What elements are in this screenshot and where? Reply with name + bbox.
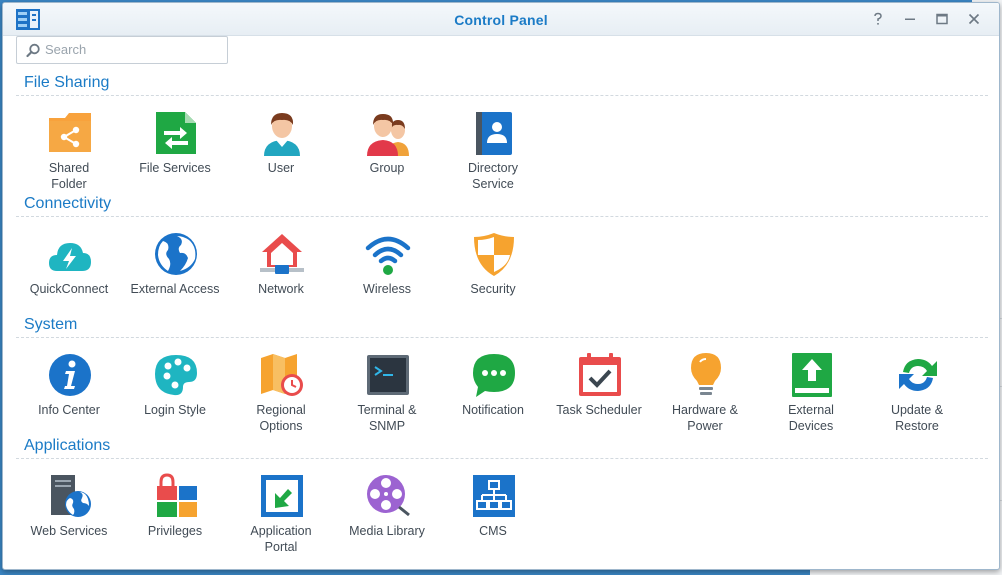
file-services-icon (156, 112, 196, 154)
item-label: File Services (139, 161, 211, 175)
external-access-icon (155, 233, 197, 275)
media-library-icon (367, 475, 410, 517)
terminal-icon (367, 355, 409, 395)
application-portal-icon (261, 475, 303, 517)
external-devices-icon (792, 353, 832, 397)
section-title: Connectivity (24, 195, 112, 212)
security-icon (474, 233, 514, 276)
item-label: Shared Folder (48, 161, 90, 191)
regional-options-icon (261, 354, 303, 396)
web-services-item[interactable]: Web Services (16, 473, 122, 559)
section-divider (16, 458, 988, 459)
item-label: CMS (479, 524, 507, 538)
hardware-power-icon (691, 353, 721, 395)
security-item[interactable]: Security (440, 231, 546, 317)
quickconnect-icon (49, 243, 91, 271)
hardware-power-item[interactable]: Hardware & Power (652, 352, 758, 438)
item-label: Media Library (349, 524, 425, 538)
notification-icon (473, 354, 515, 397)
minimize-icon[interactable] (901, 10, 919, 28)
shared-folder-icon (49, 113, 91, 152)
window-title: Control Panel (454, 12, 548, 28)
item-label: Info Center (38, 403, 100, 417)
search-icon (26, 43, 40, 58)
section-divider (16, 95, 988, 96)
shared-folder-item[interactable]: Shared Folder (16, 110, 122, 196)
item-label: QuickConnect (29, 282, 109, 296)
application-portal-item[interactable]: Application Portal (228, 473, 334, 559)
directory-service-item[interactable]: Directory Service (440, 110, 546, 196)
item-label: Network (258, 282, 304, 296)
login-style-item[interactable]: Login Style (122, 352, 228, 438)
item-label: Task Scheduler (556, 403, 642, 417)
cms-item[interactable]: CMS (440, 473, 546, 559)
privileges-item[interactable]: Privileges (122, 473, 228, 559)
maximize-icon[interactable] (933, 10, 951, 28)
update-restore-icon (899, 359, 937, 391)
web-services-icon (51, 475, 91, 517)
close-icon[interactable] (965, 10, 983, 28)
notification-item[interactable]: Notification (440, 352, 546, 438)
item-label: Login Style (144, 403, 206, 417)
wireless-item[interactable]: Wireless (334, 231, 440, 317)
section-title: System (24, 316, 78, 333)
section-title: Applications (24, 437, 111, 454)
external-access-item[interactable]: External Access (122, 231, 228, 317)
item-label: Application Portal (250, 524, 312, 554)
section-divider (16, 337, 988, 338)
task-scheduler-icon (579, 353, 621, 396)
section-title: File Sharing (24, 74, 110, 91)
group-item[interactable]: Group (334, 110, 440, 196)
item-label: Privileges (147, 524, 203, 538)
regional-options-item[interactable]: Regional Options (228, 352, 334, 438)
quickconnect-item[interactable]: QuickConnect (16, 231, 122, 317)
section-divider (16, 216, 988, 217)
control-panel-window: Control Panel File Sharing (2, 2, 1000, 570)
info-center-icon (49, 354, 91, 396)
network-icon (260, 234, 304, 274)
network-item[interactable]: Network (228, 231, 334, 317)
privileges-icon (157, 473, 197, 517)
item-label: Security (470, 282, 516, 296)
file-services-item[interactable]: File Services (122, 110, 228, 196)
media-library-item[interactable]: Media Library (334, 473, 440, 559)
item-label: Update & Restore (890, 403, 944, 433)
user-item[interactable]: User (228, 110, 334, 196)
directory-service-icon (476, 112, 512, 155)
search-box[interactable] (16, 36, 228, 64)
item-label: Terminal & SNMP (357, 403, 417, 433)
group-icon (367, 114, 409, 156)
item-label: External Access (130, 282, 220, 296)
item-label: User (267, 161, 295, 175)
item-label: Notification (462, 403, 524, 417)
task-scheduler-item[interactable]: Task Scheduler (546, 352, 652, 438)
login-style-icon (155, 355, 197, 396)
user-icon (264, 113, 300, 156)
help-icon[interactable] (869, 10, 887, 28)
terminal-snmp-item[interactable]: Terminal & SNMP (334, 352, 440, 438)
item-label: Wireless (363, 282, 411, 296)
update-restore-item[interactable]: Update & Restore (864, 352, 970, 438)
wireless-icon (365, 236, 411, 275)
item-label: Group (369, 161, 405, 175)
title-bar[interactable]: Control Panel (3, 3, 999, 36)
search-input[interactable] (45, 40, 220, 58)
item-label: Web Services (30, 524, 108, 538)
item-label: Directory Service (467, 161, 518, 191)
external-devices-item[interactable]: External Devices (758, 352, 864, 438)
cms-icon (473, 475, 515, 517)
item-label: External Devices (788, 403, 834, 433)
info-center-item[interactable]: Info Center (16, 352, 122, 438)
item-label: Hardware & Power (672, 403, 738, 433)
item-label: Regional Options (256, 403, 306, 433)
